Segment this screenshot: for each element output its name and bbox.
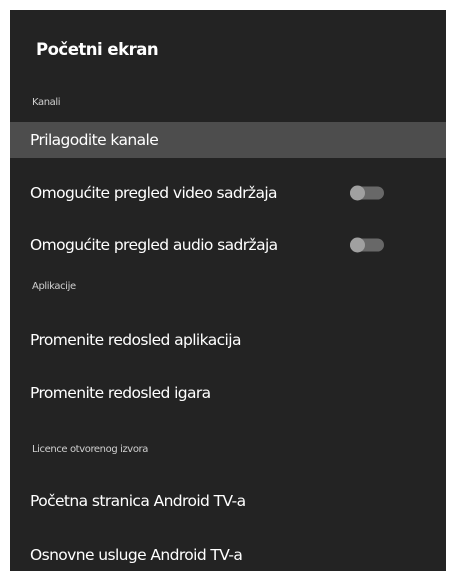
enable-video-preview-item[interactable]: Omogućite pregled video sadržaja bbox=[10, 175, 446, 211]
enable-audio-preview-label: Omogućite pregled audio sadržaja bbox=[30, 236, 278, 254]
reorder-games-item[interactable]: Promenite redosled igara bbox=[10, 375, 446, 411]
enable-video-preview-label: Omogućite pregled video sadržaja bbox=[30, 184, 278, 202]
reorder-apps-label: Promenite redosled aplikacija bbox=[30, 331, 241, 349]
android-tv-core-services-item[interactable]: Osnovne usluge Android TV-a bbox=[10, 537, 446, 571]
audio-preview-toggle[interactable] bbox=[350, 237, 384, 253]
android-tv-home-label: Početna stranica Android TV-a bbox=[30, 492, 246, 510]
toggle-knob bbox=[350, 237, 365, 253]
reorder-games-label: Promenite redosled igara bbox=[30, 384, 211, 402]
section-header-licenses: Licence otvorenog izvora bbox=[32, 444, 148, 455]
video-preview-toggle[interactable] bbox=[350, 185, 384, 201]
customize-channels-item[interactable]: Prilagodite kanale bbox=[10, 122, 446, 158]
section-header-apps: Aplikacije bbox=[32, 281, 76, 292]
reorder-apps-item[interactable]: Promenite redosled aplikacija bbox=[10, 322, 446, 358]
toggle-knob bbox=[350, 185, 365, 201]
enable-audio-preview-item[interactable]: Omogućite pregled audio sadržaja bbox=[10, 227, 446, 263]
android-tv-home-item[interactable]: Početna stranica Android TV-a bbox=[10, 483, 446, 519]
settings-panel: Početni ekran Kanali Prilagodite kanale … bbox=[10, 10, 446, 571]
customize-channels-label: Prilagodite kanale bbox=[30, 131, 159, 149]
android-tv-core-services-label: Osnovne usluge Android TV-a bbox=[30, 546, 243, 564]
page-title: Početni ekran bbox=[36, 40, 159, 59]
section-header-channels: Kanali bbox=[32, 97, 61, 108]
